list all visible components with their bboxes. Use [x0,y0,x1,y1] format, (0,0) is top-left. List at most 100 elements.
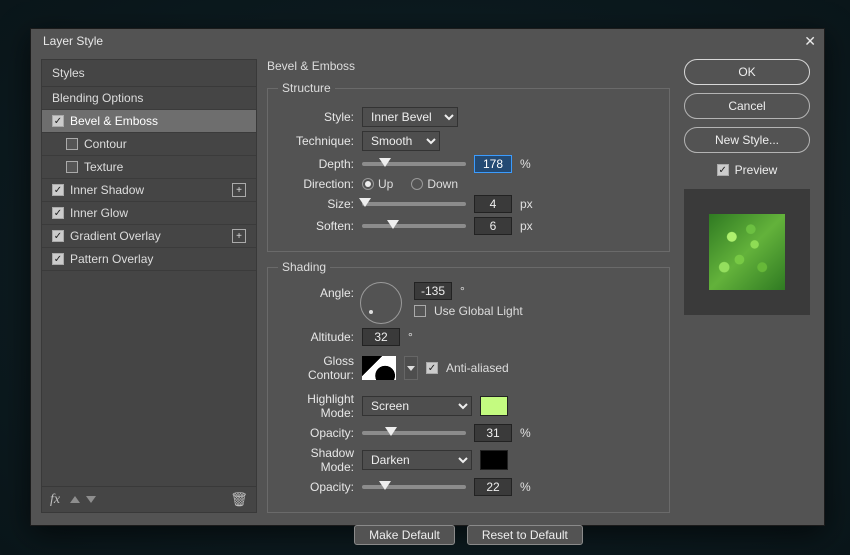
effect-checkbox[interactable]: ✓ [52,253,64,265]
effect-checkbox[interactable]: ✓ [52,207,64,219]
close-icon[interactable]: ✕ [804,33,816,50]
effect-label: Inner Glow [70,206,128,220]
hl-opacity-input[interactable] [474,424,512,442]
structure-group: Structure Style: Inner Bevel Technique: … [267,81,670,252]
fx-icon[interactable]: fx [50,492,60,508]
effect-checkbox[interactable]: ✓ [52,230,64,242]
center-heading: Bevel & Emboss [267,59,670,73]
hl-opacity-label: Opacity: [278,426,354,440]
sh-opacity-unit: % [520,480,531,494]
gloss-contour-thumb[interactable] [362,356,396,380]
effect-checkbox[interactable]: ✓ [66,161,78,173]
size-input[interactable] [474,195,512,213]
style-label: Style: [278,110,354,124]
effect-label: Pattern Overlay [70,252,153,266]
effect-row-blending-options[interactable]: Blending Options [42,87,256,110]
titlebar: Layer Style ✕ [31,29,824,53]
arrow-down-icon[interactable] [86,496,96,503]
effect-checkbox[interactable]: ✓ [52,184,64,196]
effects-header: Styles [42,60,256,87]
direction-down-radio[interactable]: Down [411,177,458,191]
effect-label: Texture [84,160,123,174]
hl-opacity-unit: % [520,426,531,440]
new-style-button[interactable]: New Style... [684,127,810,153]
cancel-button[interactable]: Cancel [684,93,810,119]
depth-unit: % [520,157,531,171]
highlight-mode-label: Highlight Mode: [278,392,354,420]
highlight-color-swatch[interactable] [480,396,508,416]
depth-label: Depth: [278,157,354,171]
shadow-mode-select[interactable]: Darken [362,450,472,470]
depth-input[interactable] [474,155,512,173]
angle-dial[interactable] [360,282,402,324]
effect-checkbox[interactable]: ✓ [66,138,78,150]
sh-opacity-slider[interactable] [362,485,466,489]
depth-slider[interactable] [362,162,466,166]
effect-row-inner-shadow[interactable]: ✓Inner Shadow+ [42,179,256,202]
shadow-mode-label: Shadow Mode: [278,446,354,474]
soften-input[interactable] [474,217,512,235]
layer-style-dialog: Layer Style ✕ Styles Blending Options ✓ Be… [30,28,825,526]
soften-unit: px [520,219,533,233]
effect-checkbox[interactable]: ✓ [52,115,64,127]
angle-label: Angle: [278,282,354,300]
global-light-label: Use Global Light [434,304,523,318]
reset-default-button[interactable]: Reset to Default [467,525,583,545]
add-instance-icon[interactable]: + [232,183,246,197]
settings-panel: Bevel & Emboss Structure Style: Inner Be… [267,59,670,545]
soften-label: Soften: [278,219,354,233]
effect-label: Contour [84,137,127,151]
technique-label: Technique: [278,134,354,148]
global-light-checkbox[interactable]: ✓ [414,305,426,317]
effect-row-gradient-overlay[interactable]: ✓ Gradient Overlay + [42,225,256,248]
preview-canvas [684,189,810,315]
effect-label: Gradient Overlay [70,229,161,243]
direction-label: Direction: [278,177,354,191]
gloss-contour-dropdown[interactable] [404,356,418,380]
effect-row-pattern-overlay[interactable]: ✓ Pattern Overlay [42,248,256,271]
arrow-up-icon[interactable] [70,496,80,503]
effect-row-contour[interactable]: ✓ Contour [42,133,256,156]
make-default-button[interactable]: Make Default [354,525,455,545]
effects-list: Blending Options✓Bevel & Emboss✓Contour✓… [42,87,256,486]
shadow-color-swatch[interactable] [480,450,508,470]
trash-icon[interactable]: 🗑 [230,491,248,508]
size-unit: px [520,197,533,211]
technique-select[interactable]: Smooth [362,131,440,151]
preview-label: Preview [735,163,778,177]
effect-label: Blending Options [52,91,143,105]
angle-unit: ° [460,284,465,298]
sh-opacity-input[interactable] [474,478,512,496]
effect-row-texture[interactable]: ✓ Texture [42,156,256,179]
preview-thumbnail [709,214,785,290]
altitude-label: Altitude: [278,330,354,344]
hl-opacity-slider[interactable] [362,431,466,435]
preview-checkbox[interactable]: ✓ [717,164,729,176]
gloss-label: Gloss Contour: [278,354,354,382]
size-label: Size: [278,197,354,211]
effect-row-inner-glow[interactable]: ✓ Inner Glow [42,202,256,225]
angle-input[interactable] [414,282,452,300]
ok-button[interactable]: OK [684,59,810,85]
highlight-mode-select[interactable]: Screen [362,396,472,416]
soften-slider[interactable] [362,224,466,228]
effects-panel: Styles Blending Options ✓ Bevel & Emboss ✓ C… [41,59,257,513]
shading-group: Shading Angle: ° ✓ Use Global Light [267,260,670,513]
altitude-unit: ° [408,330,413,344]
add-instance-icon[interactable]: + [232,229,246,243]
altitude-input[interactable] [362,328,400,346]
effect-row-bevel-emboss[interactable]: ✓ Bevel & Emboss [42,110,256,133]
anti-aliased-label: Anti-aliased [446,361,509,375]
shading-legend: Shading [278,260,330,274]
effects-footer: fx 🗑 [42,486,256,512]
style-select[interactable]: Inner Bevel [362,107,458,127]
sh-opacity-label: Opacity: [278,480,354,494]
anti-aliased-checkbox[interactable]: ✓ [426,362,438,374]
size-slider[interactable] [362,202,466,206]
reorder-controls [70,496,96,503]
effect-label: Bevel & Emboss [70,114,158,128]
direction-up-radio[interactable]: Up [362,177,393,191]
structure-legend: Structure [278,81,335,95]
dialog-title: Layer Style [43,34,103,48]
actions-panel: OK Cancel New Style... ✓ Preview [680,59,814,545]
